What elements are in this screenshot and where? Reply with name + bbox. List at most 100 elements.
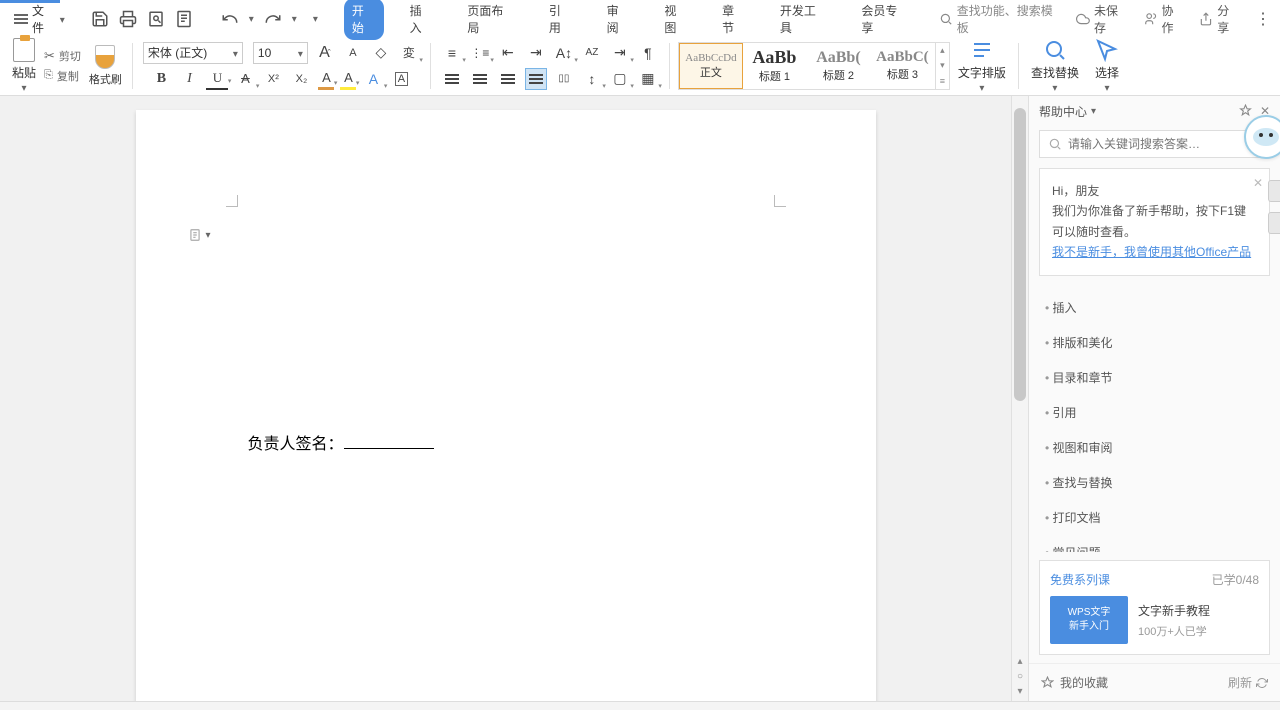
sort-button[interactable] bbox=[581, 42, 603, 64]
bold-button[interactable] bbox=[150, 68, 172, 90]
side-handle-1[interactable] bbox=[1268, 180, 1280, 202]
tab-button[interactable]: ⇥ bbox=[609, 42, 631, 64]
pin-icon[interactable] bbox=[1239, 104, 1252, 117]
scroll-down-icon[interactable]: ▾ bbox=[1017, 686, 1022, 697]
shading-button[interactable] bbox=[609, 68, 631, 90]
panel-title-button[interactable]: 帮助中心 bbox=[1039, 103, 1096, 120]
tab-chapter[interactable]: 章节 bbox=[714, 0, 754, 40]
vertical-scrollbar[interactable]: ▴ ○ ▾ bbox=[1011, 96, 1028, 701]
header-tag-button[interactable] bbox=[188, 227, 211, 243]
find-replace-button[interactable]: 查找替换 bbox=[1023, 36, 1087, 95]
underline-button[interactable] bbox=[206, 68, 228, 90]
tab-view[interactable]: 视图 bbox=[656, 0, 696, 40]
text-effects-button[interactable]: A bbox=[362, 68, 384, 90]
indent-button[interactable] bbox=[525, 42, 547, 64]
category-find-replace[interactable]: 查找与替换 bbox=[1029, 465, 1280, 500]
side-handle-2[interactable] bbox=[1268, 212, 1280, 234]
shrink-font-button[interactable] bbox=[342, 42, 364, 64]
scroll-up-icon[interactable]: ▴ bbox=[1017, 656, 1022, 667]
numbering-button[interactable] bbox=[469, 42, 491, 64]
unsaved-indicator[interactable]: 未保存 bbox=[1076, 2, 1130, 36]
align-left-button[interactable] bbox=[441, 68, 463, 90]
save-icon[interactable] bbox=[91, 10, 109, 28]
welcome-link[interactable]: 我不是新手，我曾使用其他Office产品 bbox=[1052, 242, 1257, 262]
columns-button[interactable] bbox=[553, 68, 575, 90]
tab-home[interactable]: 开始 bbox=[344, 0, 384, 40]
undo-icon[interactable] bbox=[221, 10, 239, 28]
tab-insert[interactable]: 插入 bbox=[402, 0, 442, 40]
favorites-button[interactable]: 我的收藏 bbox=[1041, 674, 1108, 691]
document-canvas[interactable]: 负责人签名： bbox=[0, 96, 1011, 701]
search-box[interactable]: 查找功能、搜索模板 bbox=[939, 2, 1064, 36]
help-search[interactable] bbox=[1039, 130, 1270, 158]
more-menu-icon[interactable]: ⋮ bbox=[1255, 9, 1272, 29]
qat-customize-icon[interactable] bbox=[313, 14, 318, 25]
cut-button[interactable]: 剪切 bbox=[44, 48, 81, 64]
style-heading1[interactable]: AaBb 标题 1 bbox=[743, 43, 807, 89]
styles-down-button[interactable]: ▾ bbox=[936, 58, 949, 73]
file-menu[interactable]: 文件 bbox=[8, 0, 71, 38]
print-preview-icon[interactable] bbox=[147, 10, 165, 28]
clear-format-button[interactable] bbox=[370, 42, 392, 64]
highlight-button[interactable] bbox=[340, 68, 356, 90]
select-button[interactable]: 选择 bbox=[1087, 36, 1127, 95]
share-button[interactable]: 分享 bbox=[1199, 2, 1241, 36]
tab-pagelayout[interactable]: 页面布局 bbox=[459, 0, 522, 40]
text-direction-button[interactable]: A↕ bbox=[553, 42, 575, 64]
undo-dropdown-icon[interactable] bbox=[249, 14, 254, 25]
scroll-track[interactable] bbox=[1014, 108, 1026, 641]
redo-dropdown-icon[interactable] bbox=[292, 14, 297, 25]
scroll-target-icon[interactable]: ○ bbox=[1017, 671, 1023, 682]
refresh-button[interactable]: 刷新 bbox=[1228, 674, 1268, 691]
font-size-select[interactable]: 10 bbox=[253, 42, 308, 64]
align-right-button[interactable] bbox=[497, 68, 519, 90]
bullets-button[interactable] bbox=[441, 42, 463, 64]
tab-devtools[interactable]: 开发工具 bbox=[772, 0, 835, 40]
redo-icon[interactable] bbox=[264, 10, 282, 28]
category-layout[interactable]: 排版和美化 bbox=[1029, 325, 1280, 360]
copy-button[interactable]: ⎘复制 bbox=[44, 68, 81, 84]
help-search-input[interactable] bbox=[1068, 137, 1261, 151]
font-color-button[interactable] bbox=[318, 68, 334, 90]
subscript-button[interactable] bbox=[290, 68, 312, 90]
category-faq[interactable]: 常见问题 bbox=[1029, 535, 1280, 552]
strikethrough-button[interactable] bbox=[234, 68, 256, 90]
category-insert[interactable]: 插入 bbox=[1029, 290, 1280, 325]
grow-font-button[interactable] bbox=[314, 42, 336, 64]
category-references[interactable]: 引用 bbox=[1029, 395, 1280, 430]
export-pdf-icon[interactable] bbox=[175, 10, 193, 28]
paste-button[interactable]: 粘贴 bbox=[12, 38, 36, 94]
char-border-button[interactable] bbox=[390, 68, 412, 90]
line-spacing-button[interactable] bbox=[581, 68, 603, 90]
borders-button[interactable] bbox=[637, 68, 659, 90]
font-name-select[interactable]: 宋体 (正文) bbox=[143, 42, 243, 64]
outdent-button[interactable] bbox=[497, 42, 519, 64]
align-center-button[interactable] bbox=[469, 68, 491, 90]
align-justify-button[interactable] bbox=[525, 68, 547, 90]
italic-button[interactable] bbox=[178, 68, 200, 90]
category-toc[interactable]: 目录和章节 bbox=[1029, 360, 1280, 395]
style-heading2[interactable]: AaBb( 标题 2 bbox=[807, 43, 871, 89]
show-marks-button[interactable]: ¶ bbox=[637, 42, 659, 64]
category-view-review[interactable]: 视图和审阅 bbox=[1029, 430, 1280, 465]
coop-button[interactable]: 协作 bbox=[1144, 2, 1186, 36]
style-heading3[interactable]: AaBbC( 标题 3 bbox=[871, 43, 935, 89]
typeset-button[interactable]: 文字排版 bbox=[950, 36, 1014, 95]
tab-review[interactable]: 审阅 bbox=[599, 0, 639, 40]
format-painter-button[interactable]: 格式刷 bbox=[89, 45, 122, 87]
tab-member[interactable]: 会员专享 bbox=[853, 0, 916, 40]
document-text[interactable]: 负责人签名： bbox=[248, 430, 434, 454]
page[interactable]: 负责人签名： bbox=[136, 110, 876, 701]
styles-up-button[interactable]: ▴ bbox=[936, 43, 949, 58]
styles-more-button[interactable]: ≡ bbox=[936, 73, 949, 88]
assistant-bubble[interactable] bbox=[1244, 115, 1280, 159]
print-icon[interactable] bbox=[119, 10, 137, 28]
course-section-link[interactable]: 免费系列课 bbox=[1050, 571, 1110, 588]
course-item[interactable]: WPS文字 新手入门 文字新手教程 100万+人已学 bbox=[1050, 596, 1259, 644]
category-print[interactable]: 打印文档 bbox=[1029, 500, 1280, 535]
tab-references[interactable]: 引用 bbox=[541, 0, 581, 40]
scroll-thumb[interactable] bbox=[1014, 108, 1026, 401]
superscript-button[interactable] bbox=[262, 68, 284, 90]
phonetic-button[interactable] bbox=[398, 42, 420, 64]
close-icon[interactable]: ✕ bbox=[1253, 173, 1263, 193]
